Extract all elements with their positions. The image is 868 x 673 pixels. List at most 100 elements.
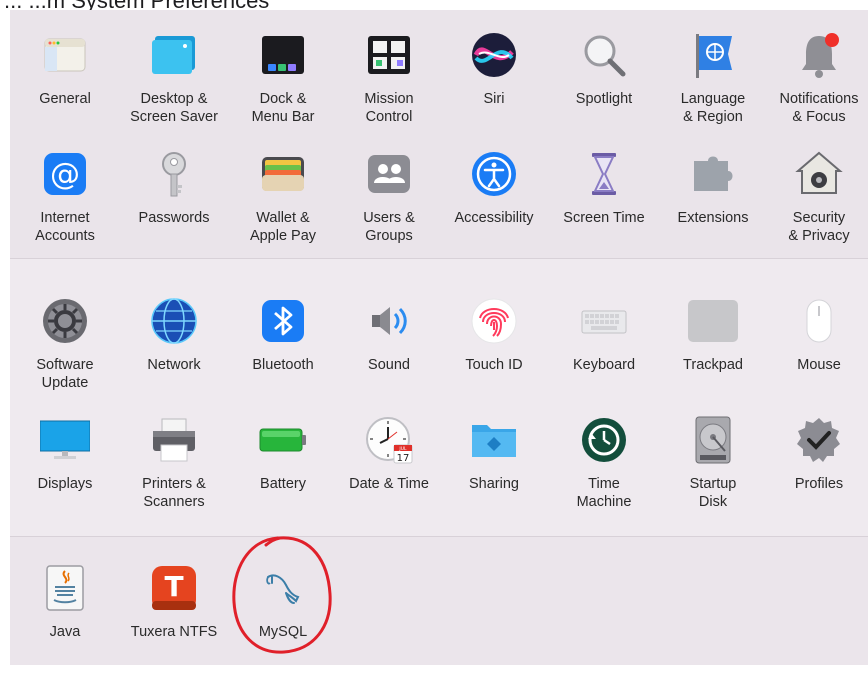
pane-label: Bluetooth xyxy=(252,357,314,373)
spotlight-icon xyxy=(579,30,629,80)
pane-folder[interactable]: Sharing xyxy=(444,415,544,525)
pane-label: Network xyxy=(147,357,201,373)
pane-mouse[interactable]: Mouse xyxy=(769,296,868,406)
pane-label: Extensions xyxy=(677,210,749,226)
siri-icon xyxy=(469,30,519,80)
pane-wallet[interactable]: Wallet & Apple Pay xyxy=(233,149,333,259)
bluetooth-icon xyxy=(258,296,308,346)
svg-text:@: @ xyxy=(50,157,80,192)
users-icon xyxy=(364,149,414,199)
pane-profiles[interactable]: Profiles xyxy=(769,415,868,525)
puzzle-icon xyxy=(688,149,738,199)
pane-key[interactable]: Passwords xyxy=(124,149,224,259)
pane-label: Internet Accounts xyxy=(35,210,95,244)
pane-keyboard[interactable]: Keyboard xyxy=(554,296,654,406)
pane-puzzle[interactable]: Extensions xyxy=(663,149,763,259)
pane-label: Java xyxy=(49,624,81,640)
mission-control-icon xyxy=(364,30,414,80)
pane-label: Startup Disk xyxy=(689,476,737,510)
internet-accounts-icon: @ xyxy=(40,149,90,199)
profiles-icon xyxy=(794,415,844,465)
pane-label: Notifications & Focus xyxy=(779,91,859,125)
pane-notifications[interactable]: Notifications & Focus xyxy=(769,30,868,140)
pane-siri[interactable]: Siri xyxy=(444,30,544,140)
notifications-icon xyxy=(794,30,844,80)
mouse-icon xyxy=(794,296,844,346)
pane-label: Date & Time xyxy=(349,476,429,492)
folder-icon xyxy=(469,415,519,465)
pane-tuxera[interactable]: T Tuxera NTFS xyxy=(124,563,224,673)
pane-label: Time Machine xyxy=(576,476,632,510)
clock-icon: JUL 17 xyxy=(364,415,414,465)
pane-label: Spotlight xyxy=(575,91,633,107)
java-icon xyxy=(40,563,90,613)
pane-fingerprint[interactable]: Touch ID xyxy=(444,296,544,406)
pane-label: Language & Region xyxy=(680,91,746,125)
pane-speaker[interactable]: Sound xyxy=(339,296,439,406)
svg-text:17: 17 xyxy=(397,453,410,464)
pane-general[interactable]: General xyxy=(15,30,115,140)
window-title: ... ...m System Preferences xyxy=(4,0,269,10)
window-title-bar: ... ...m System Preferences xyxy=(0,0,868,10)
pane-software-update[interactable]: Software Update xyxy=(15,296,115,406)
pane-time-machine[interactable]: Time Machine xyxy=(554,415,654,525)
printer-icon xyxy=(149,415,199,465)
trackpad-icon xyxy=(688,296,738,346)
pane-label: Accessibility xyxy=(454,210,534,226)
pane-language[interactable]: Language & Region xyxy=(663,30,763,140)
pane-internet-accounts[interactable]: @ Internet Accounts xyxy=(15,149,115,259)
pane-label: Wallet & Apple Pay xyxy=(249,210,317,244)
pane-hourglass[interactable]: Screen Time xyxy=(554,149,654,259)
key-icon xyxy=(149,149,199,199)
pane-label: Profiles xyxy=(794,476,844,492)
pane-spotlight[interactable]: Spotlight xyxy=(554,30,654,140)
pane-label: Keyboard xyxy=(572,357,636,373)
pane-bluetooth[interactable]: Bluetooth xyxy=(233,296,333,406)
pane-users[interactable]: Users & Groups xyxy=(339,149,439,259)
pane-display[interactable]: Displays xyxy=(15,415,115,525)
pane-label: Sound xyxy=(368,357,410,373)
svg-text:JUL: JUL xyxy=(398,446,407,452)
pane-mysql-dolphin[interactable]: MySQL xyxy=(233,563,333,673)
desktop-icon xyxy=(149,30,199,80)
speaker-icon xyxy=(364,296,414,346)
dock-icon xyxy=(258,30,308,80)
security-icon xyxy=(794,149,844,199)
svg-text:T: T xyxy=(164,570,183,603)
pane-label: Trackpad xyxy=(683,357,743,373)
pane-security[interactable]: Security & Privacy xyxy=(769,149,868,259)
pane-label: Battery xyxy=(260,476,306,492)
wallet-icon xyxy=(258,149,308,199)
battery-icon xyxy=(258,415,308,465)
pane-java[interactable]: Java xyxy=(15,563,115,673)
pane-dock[interactable]: Dock & Menu Bar xyxy=(233,30,333,140)
pane-label: Users & Groups xyxy=(363,210,415,244)
fingerprint-icon xyxy=(469,296,519,346)
pane-label: Mission Control xyxy=(364,91,414,125)
pane-label: Dock & Menu Bar xyxy=(251,91,315,125)
pane-label: Passwords xyxy=(138,210,210,226)
pane-label: General xyxy=(39,91,91,107)
pane-label: Screen Time xyxy=(563,210,645,226)
pane-battery[interactable]: Battery xyxy=(233,415,333,525)
pane-label: Sharing xyxy=(469,476,519,492)
pane-disk[interactable]: Startup Disk xyxy=(663,415,763,525)
pane-trackpad[interactable]: Trackpad xyxy=(663,296,763,406)
software-update-icon xyxy=(40,296,90,346)
pane-label: MySQL xyxy=(258,624,308,640)
pane-label: Displays xyxy=(37,476,93,492)
keyboard-icon xyxy=(579,296,629,346)
pane-mission-control[interactable]: Mission Control xyxy=(339,30,439,140)
pane-label: Printers & Scanners xyxy=(142,476,206,510)
language-icon xyxy=(688,30,738,80)
pane-accessibility[interactable]: Accessibility xyxy=(444,149,544,259)
pane-label: Software Update xyxy=(36,357,94,391)
globe-icon xyxy=(149,296,199,346)
disk-icon xyxy=(688,415,738,465)
pane-printer[interactable]: Printers & Scanners xyxy=(124,415,224,525)
pane-globe[interactable]: Network xyxy=(124,296,224,406)
pane-label: Security & Privacy xyxy=(788,210,850,244)
pane-clock[interactable]: JUL 17 Date & Time xyxy=(339,415,439,525)
pane-desktop[interactable]: Desktop & Screen Saver xyxy=(124,30,224,140)
pane-label: Touch ID xyxy=(465,357,523,373)
